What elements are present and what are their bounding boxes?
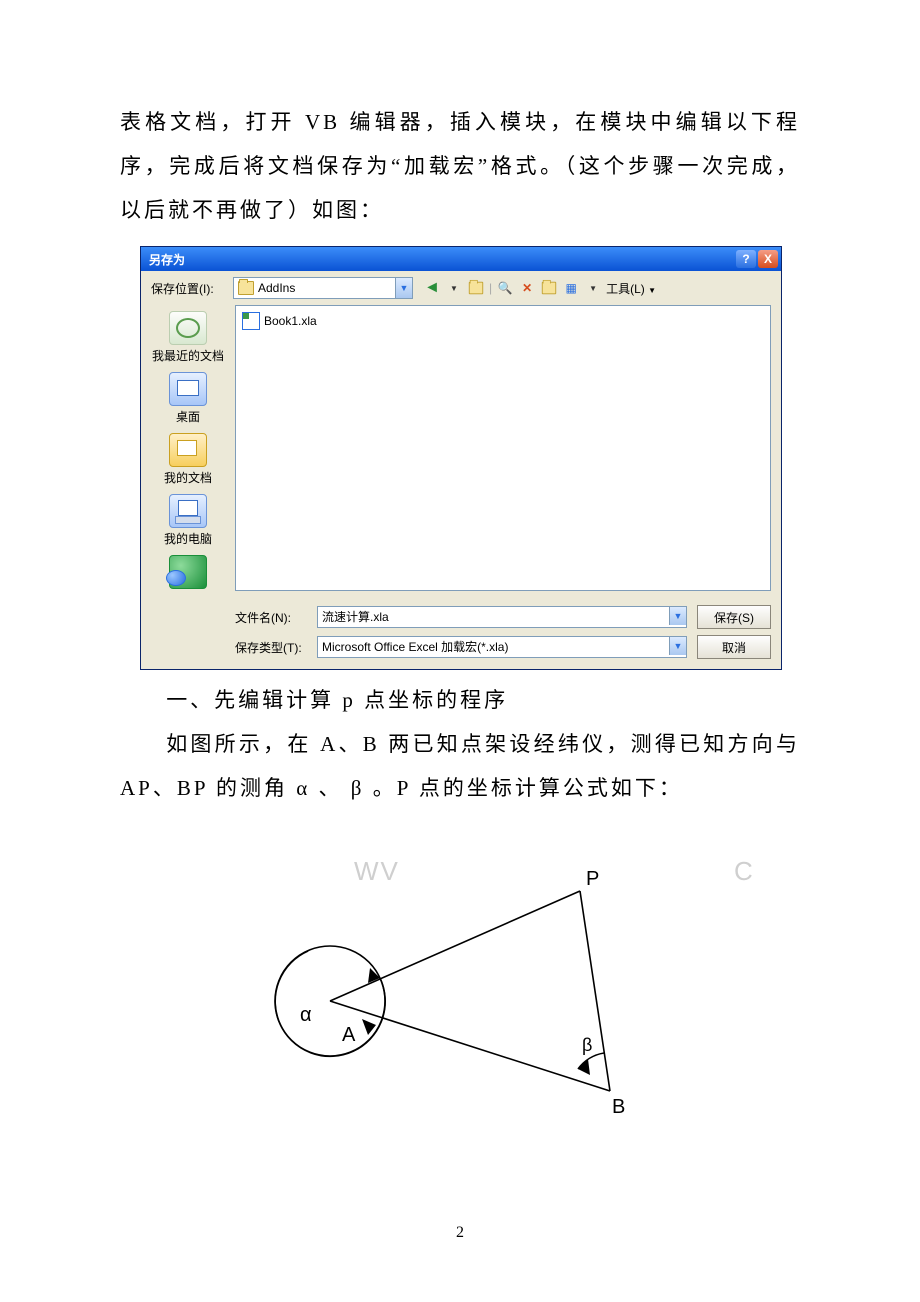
views-menu-icon[interactable]: ▼ [584, 279, 602, 297]
location-dropdown[interactable]: AddIns ▼ [233, 277, 413, 299]
location-value: AddIns [258, 281, 295, 295]
computer-icon [169, 494, 207, 528]
separator-icon: | [489, 281, 492, 295]
close-icon: X [764, 252, 772, 266]
folder-icon [238, 281, 254, 295]
place-documents[interactable]: 我的文档 [148, 433, 228, 486]
dialog-title: 另存为 [149, 251, 185, 268]
place-desktop-label: 桌面 [148, 408, 228, 425]
recent-icon [169, 311, 207, 345]
views-icon[interactable]: ▦ [562, 279, 580, 297]
chevron-down-icon: ▼ [669, 607, 686, 625]
label-alpha: α [300, 1004, 312, 1026]
filename-label: 文件名(N): [235, 609, 307, 626]
delete-icon[interactable]: ✕ [518, 279, 536, 297]
file-item-label: Book1.xla [264, 314, 317, 328]
filename-input[interactable]: 流速计算.xla ▼ [317, 606, 687, 628]
filetype-value: Microsoft Office Excel 加载宏(*.xla) [322, 640, 508, 654]
file-list-pane[interactable]: Book1.xla [235, 305, 771, 591]
up-folder-icon[interactable] [467, 279, 485, 297]
document-page: 表格文档，打开 VB 编辑器，插入模块，在模块中编辑以下程序，完成后将文档保存为… [0, 0, 920, 1302]
page-number: 2 [0, 1224, 920, 1242]
dialog-fields: 文件名(N): 流速计算.xla ▼ 保存(S) 保存类型(T): Micros… [235, 597, 781, 669]
label-beta: β [582, 1035, 592, 1055]
back-menu-icon[interactable]: ▼ [445, 279, 463, 297]
filetype-label: 保存类型(T): [235, 639, 307, 656]
screenshot-save-dialog: WV C 另存为 ? X 保存位置(I): AddIns ▼ ◄ ▼ [140, 246, 780, 670]
help-icon: ? [742, 252, 749, 266]
desktop-icon [169, 372, 207, 406]
places-bar: 我最近的文档 桌面 我的文档 我的电脑 [141, 305, 235, 597]
place-desktop[interactable]: 桌面 [148, 372, 228, 425]
dialog-titlebar: 另存为 ? X [141, 247, 781, 271]
paragraph-1: 表格文档，打开 VB 编辑器，插入模块，在模块中编辑以下程序，完成后将文档保存为… [120, 100, 800, 232]
location-row: 保存位置(I): AddIns ▼ ◄ ▼ | 🔍 ✕ ▦ ▼ 工具(L) ▼ [141, 271, 781, 305]
place-computer-label: 我的电脑 [148, 530, 228, 547]
documents-icon [169, 433, 207, 467]
label-B: B [612, 1096, 625, 1118]
save-button[interactable]: 保存(S) [697, 605, 771, 629]
paragraph-2: 一、先编辑计算 p 点坐标的程序 [120, 678, 800, 722]
paragraph-3: 如图所示，在 A、B 两已知点架设经纬仪，测得已知方向与 AP、BP 的测角 α… [120, 722, 800, 810]
cancel-button[interactable]: 取消 [697, 635, 771, 659]
filetype-dropdown[interactable]: Microsoft Office Excel 加载宏(*.xla) ▼ [317, 636, 687, 658]
dialog-toolbar: ◄ ▼ | 🔍 ✕ ▦ ▼ 工具(L) ▼ [423, 279, 656, 297]
place-documents-label: 我的文档 [148, 469, 228, 486]
watermark-right: C [734, 856, 755, 887]
place-recent-label: 我最近的文档 [148, 347, 228, 364]
filename-value: 流速计算.xla [322, 610, 389, 624]
save-as-dialog: 另存为 ? X 保存位置(I): AddIns ▼ ◄ ▼ | [140, 246, 782, 670]
dialog-middle: 我最近的文档 桌面 我的文档 我的电脑 [141, 305, 781, 597]
xla-file-icon [242, 312, 260, 330]
chevron-down-icon: ▼ [395, 278, 412, 298]
file-item[interactable]: Book1.xla [242, 312, 764, 330]
search-icon[interactable]: 🔍 [496, 279, 514, 297]
label-P: P [586, 868, 599, 890]
new-folder-icon[interactable] [540, 279, 558, 297]
back-icon[interactable]: ◄ [423, 279, 441, 297]
location-label: 保存位置(I): [151, 280, 223, 297]
geometry-diagram: α A P β B [250, 841, 670, 1121]
network-icon [169, 555, 207, 589]
tools-menu[interactable]: 工具(L) ▼ [606, 280, 656, 297]
help-button[interactable]: ? [736, 250, 756, 268]
label-A: A [342, 1024, 356, 1046]
place-network[interactable] [148, 555, 228, 591]
place-computer[interactable]: 我的电脑 [148, 494, 228, 547]
place-recent[interactable]: 我最近的文档 [148, 311, 228, 364]
chevron-down-icon: ▼ [669, 637, 686, 655]
close-button[interactable]: X [758, 250, 778, 268]
